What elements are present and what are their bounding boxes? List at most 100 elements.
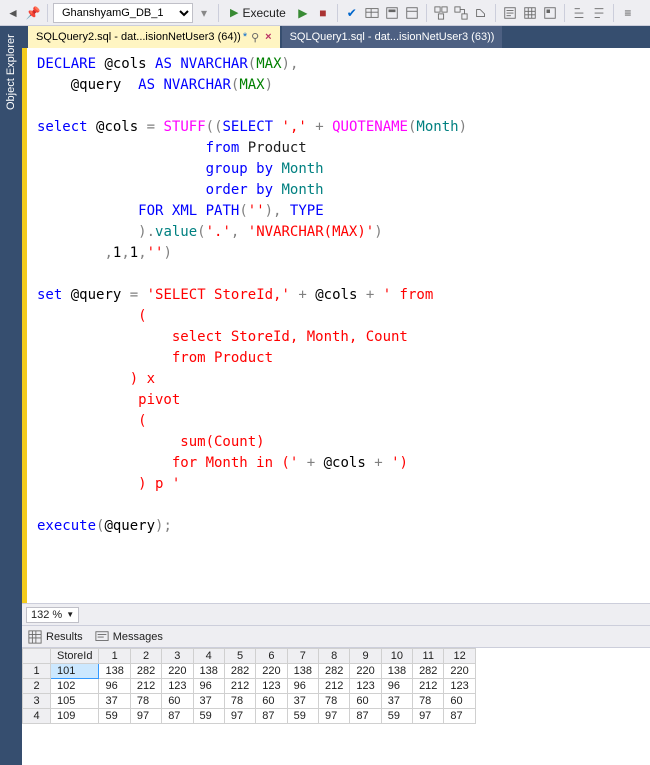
cell[interactable]: 123 bbox=[162, 679, 193, 694]
cell[interactable]: 220 bbox=[162, 664, 193, 679]
cell[interactable]: 60 bbox=[350, 694, 381, 709]
table-row[interactable]: 1101138282220138282220138282220138282220 bbox=[23, 664, 476, 679]
cell[interactable]: 123 bbox=[350, 679, 381, 694]
cell[interactable]: 96 bbox=[99, 679, 130, 694]
query-options-icon[interactable] bbox=[383, 4, 401, 22]
cell[interactable]: 87 bbox=[444, 709, 475, 724]
dropdown-icon[interactable]: ▾ bbox=[195, 4, 213, 22]
column-header[interactable]: 9 bbox=[350, 649, 381, 664]
cell[interactable]: 138 bbox=[99, 664, 130, 679]
cell[interactable]: 37 bbox=[193, 694, 224, 709]
row-number[interactable]: 3 bbox=[23, 694, 51, 709]
cell[interactable]: 59 bbox=[287, 709, 318, 724]
cell[interactable]: 138 bbox=[287, 664, 318, 679]
row-number[interactable]: 4 bbox=[23, 709, 51, 724]
cell[interactable]: 220 bbox=[444, 664, 475, 679]
cell[interactable]: 59 bbox=[99, 709, 130, 724]
database-selector[interactable]: GhanshyamG_DB_1 bbox=[53, 3, 193, 23]
cell[interactable]: 87 bbox=[256, 709, 287, 724]
results-file-icon[interactable] bbox=[541, 4, 559, 22]
nav-back-icon[interactable]: ◄ bbox=[4, 4, 22, 22]
cell[interactable]: 220 bbox=[256, 664, 287, 679]
cell[interactable]: 78 bbox=[318, 694, 349, 709]
results-grid-icon[interactable] bbox=[521, 4, 539, 22]
cell[interactable]: 78 bbox=[224, 694, 255, 709]
cell[interactable]: 282 bbox=[130, 664, 161, 679]
cell[interactable]: 123 bbox=[444, 679, 475, 694]
sql-editor[interactable]: DECLARE @cols AS NVARCHAR(MAX), @query A… bbox=[22, 48, 650, 603]
cell[interactable]: 282 bbox=[224, 664, 255, 679]
cell[interactable]: 37 bbox=[381, 694, 412, 709]
column-header[interactable]: 8 bbox=[318, 649, 349, 664]
table-row[interactable]: 4109599787599787599787599787 bbox=[23, 709, 476, 724]
cell[interactable]: 109 bbox=[51, 709, 99, 724]
column-header[interactable]: 6 bbox=[256, 649, 287, 664]
pin-icon[interactable]: ⚲ bbox=[251, 31, 259, 44]
cell[interactable]: 212 bbox=[130, 679, 161, 694]
intellisense-icon[interactable] bbox=[403, 4, 421, 22]
cell[interactable]: 37 bbox=[99, 694, 130, 709]
cell[interactable]: 96 bbox=[381, 679, 412, 694]
column-header[interactable]: 12 bbox=[444, 649, 475, 664]
row-number[interactable]: 1 bbox=[23, 664, 51, 679]
cell[interactable]: 59 bbox=[381, 709, 412, 724]
actual-plan-icon[interactable] bbox=[432, 4, 450, 22]
cell[interactable]: 138 bbox=[193, 664, 224, 679]
cell[interactable]: 212 bbox=[318, 679, 349, 694]
column-header[interactable]: 7 bbox=[287, 649, 318, 664]
est-plan-icon[interactable] bbox=[363, 4, 381, 22]
column-header[interactable]: 4 bbox=[193, 649, 224, 664]
uncomment-icon[interactable] bbox=[590, 4, 608, 22]
close-icon[interactable]: × bbox=[265, 31, 271, 43]
comment-icon[interactable] bbox=[570, 4, 588, 22]
cell[interactable]: 212 bbox=[413, 679, 444, 694]
cell[interactable]: 78 bbox=[130, 694, 161, 709]
column-header[interactable]: StoreId bbox=[51, 649, 99, 664]
parse-icon[interactable]: ✔ bbox=[343, 4, 361, 22]
cell[interactable]: 59 bbox=[193, 709, 224, 724]
cell[interactable]: 78 bbox=[413, 694, 444, 709]
column-header[interactable]: 5 bbox=[224, 649, 255, 664]
cell[interactable]: 105 bbox=[51, 694, 99, 709]
table-row[interactable]: 3105377860377860377860377860 bbox=[23, 694, 476, 709]
cell[interactable]: 220 bbox=[350, 664, 381, 679]
cell[interactable]: 97 bbox=[318, 709, 349, 724]
stop-icon[interactable]: ■ bbox=[314, 4, 332, 22]
cell[interactable]: 123 bbox=[256, 679, 287, 694]
cell[interactable]: 282 bbox=[413, 664, 444, 679]
results-tab[interactable]: Results bbox=[28, 630, 83, 644]
tab-sqlquery1[interactable]: SQLQuery1.sql - dat...isionNetUser3 (63)… bbox=[282, 26, 503, 48]
execute-button[interactable]: ▶ Execute bbox=[224, 3, 292, 23]
table-row[interactable]: 210296212123962121239621212396212123 bbox=[23, 679, 476, 694]
row-number[interactable]: 2 bbox=[23, 679, 51, 694]
cell[interactable]: 97 bbox=[413, 709, 444, 724]
cell[interactable]: 97 bbox=[130, 709, 161, 724]
live-stats-icon[interactable] bbox=[452, 4, 470, 22]
cell[interactable]: 282 bbox=[318, 664, 349, 679]
column-header[interactable]: 11 bbox=[413, 649, 444, 664]
column-header[interactable]: 2 bbox=[130, 649, 161, 664]
tab-sqlquery2[interactable]: SQLQuery2.sql - dat...isionNetUser3 (64)… bbox=[28, 26, 280, 48]
cell[interactable]: 138 bbox=[381, 664, 412, 679]
cell[interactable]: 60 bbox=[162, 694, 193, 709]
cell[interactable]: 96 bbox=[287, 679, 318, 694]
results-grid-container[interactable]: StoreId123456789101112 11011382822201382… bbox=[22, 647, 650, 765]
debug-icon[interactable]: ▶ bbox=[294, 4, 312, 22]
cell[interactable]: 212 bbox=[224, 679, 255, 694]
column-header[interactable]: 1 bbox=[99, 649, 130, 664]
column-header[interactable]: 3 bbox=[162, 649, 193, 664]
cell[interactable]: 87 bbox=[350, 709, 381, 724]
cell[interactable]: 60 bbox=[444, 694, 475, 709]
cell[interactable]: 97 bbox=[224, 709, 255, 724]
results-text-icon[interactable] bbox=[501, 4, 519, 22]
object-explorer-tab[interactable]: Object Explorer bbox=[0, 26, 22, 765]
zoom-selector[interactable]: 132 % ▼ bbox=[26, 607, 79, 623]
cell[interactable]: 101 bbox=[51, 664, 99, 679]
cell[interactable]: 37 bbox=[287, 694, 318, 709]
cell[interactable]: 96 bbox=[193, 679, 224, 694]
client-stats-icon[interactable] bbox=[472, 4, 490, 22]
cell[interactable]: 87 bbox=[162, 709, 193, 724]
nav-pin-icon[interactable]: 📌 bbox=[24, 4, 42, 22]
messages-tab[interactable]: Messages bbox=[95, 630, 163, 644]
column-header[interactable]: 10 bbox=[381, 649, 412, 664]
